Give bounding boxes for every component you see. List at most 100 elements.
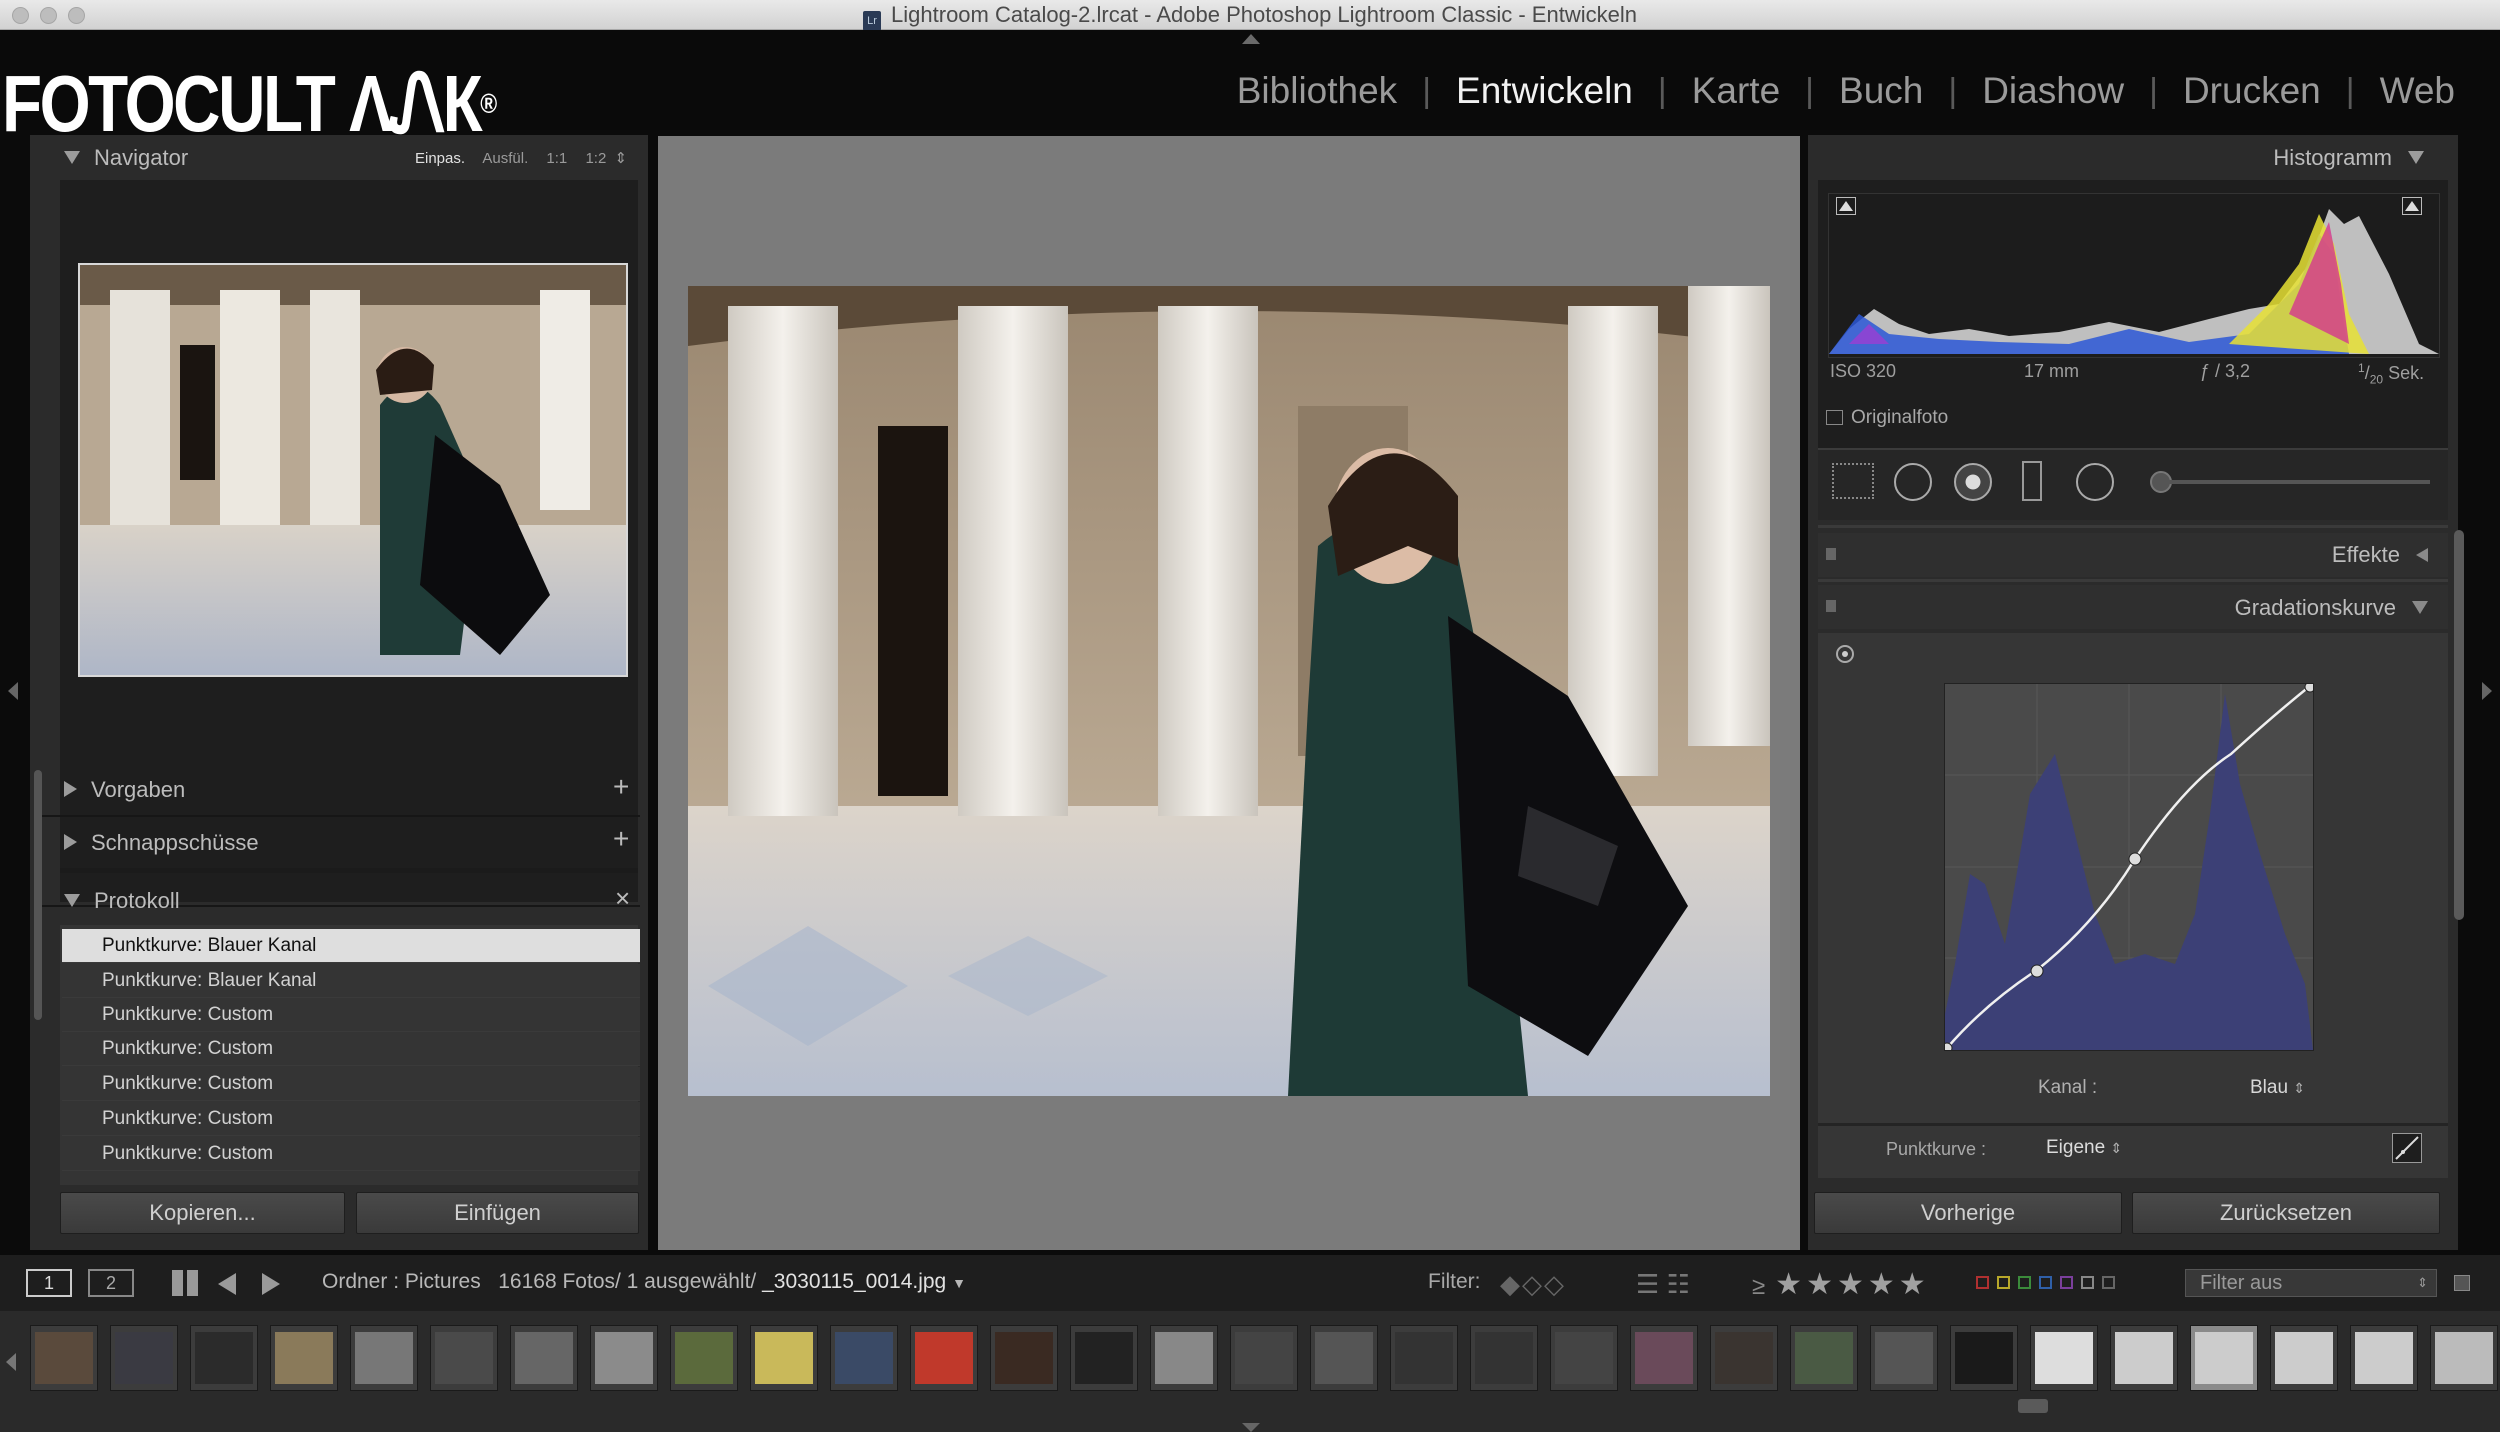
filmstrip-thumbnail[interactable] [270,1325,338,1391]
history-header[interactable]: Protokoll [64,888,180,914]
filmstrip-thumbnail[interactable] [910,1325,978,1391]
crop-tool-icon[interactable] [1832,463,1874,499]
filmstrip-thumbnail[interactable] [110,1325,178,1391]
main-photo[interactable] [688,286,1770,1096]
left-panel-toggle-icon[interactable] [8,682,18,700]
main-window-button[interactable]: 1 [26,1269,72,1297]
tone-curve-toggle[interactable] [1826,600,1836,612]
zoom-1-2[interactable]: 1:2 [585,150,606,167]
rating-filter[interactable]: ≥ ★ ★ ★ ★ ★ [1752,1267,1930,1302]
filmstrip-thumbnail[interactable] [1550,1325,1618,1391]
filmstrip-thumbnail[interactable] [1470,1325,1538,1391]
copy-button[interactable]: Kopieren... [60,1192,345,1234]
filmstrip-thumbnail[interactable] [1390,1325,1458,1391]
flag-filter-icons[interactable]: ◆◇◇ [1500,1269,1566,1300]
history-item[interactable]: Punktkurve: Custom [62,1067,640,1101]
module-buch[interactable]: Buch [1814,70,1948,112]
presets-header[interactable]: Vorgaben [64,777,185,803]
filmstrip-thumbnail[interactable] [2270,1325,2338,1391]
color-label-filter[interactable] [1976,1274,2123,1292]
filmstrip-thumbnail[interactable] [2190,1325,2258,1391]
filmstrip-thumbnail[interactable] [830,1325,898,1391]
spot-removal-icon[interactable] [1894,463,1932,501]
filmstrip-lock-icon[interactable] [2454,1275,2470,1291]
filmstrip-thumbnail[interactable] [750,1325,818,1391]
navigator-preview[interactable] [78,263,628,677]
module-entwickeln[interactable]: Entwickeln [1431,70,1658,112]
red-eye-icon[interactable] [1954,463,1992,501]
collapse-top-panel-icon[interactable] [1242,34,1260,44]
filmstrip-thumbnail[interactable] [1870,1325,1938,1391]
filmstrip-thumbnail[interactable] [350,1325,418,1391]
history-item[interactable]: Punktkurve: Blauer Kanal [62,929,640,963]
history-item[interactable]: Punktkurve: Custom [62,1137,640,1171]
tool-slider[interactable] [2168,480,2430,484]
targeted-adjustment-icon[interactable] [1836,645,1854,663]
filmstrip-thumbnail[interactable] [1950,1325,2018,1391]
point-curve-edit-icon[interactable] [2392,1133,2422,1163]
grid-view-icon[interactable] [172,1270,198,1296]
highlight-clipping-icon[interactable] [2402,197,2422,215]
zoom-fit[interactable]: Einpas. [415,150,465,167]
add-snapshot-icon[interactable]: + [613,823,629,855]
reset-button[interactable]: Zurücksetzen [2132,1192,2440,1234]
edit-filter-icons[interactable]: ☰ ☷ [1636,1269,1690,1300]
next-photo-icon[interactable] [262,1273,280,1295]
clear-history-icon[interactable]: × [615,883,630,914]
channel-select[interactable]: Blau ⇕ [2250,1077,2305,1099]
filmstrip-thumbnail[interactable] [1630,1325,1698,1391]
filmstrip-scroll-left-icon[interactable] [6,1353,16,1371]
history-item[interactable]: Punktkurve: Blauer Kanal [62,964,640,998]
tone-curve-header[interactable]: Gradationskurve [2235,595,2428,621]
collapse-filmstrip-icon[interactable] [1242,1423,1260,1432]
filmstrip-thumbnail[interactable] [1710,1325,1778,1391]
navigator-header[interactable]: Navigator [64,145,188,171]
previous-photo-icon[interactable] [218,1273,236,1295]
filmstrip-thumbnail[interactable] [1310,1325,1378,1391]
filmstrip-thumbnail[interactable] [30,1325,98,1391]
zoom-updown-icon[interactable]: ⇕ [614,150,627,167]
right-panel-scrollbar[interactable] [2454,530,2464,920]
filmstrip-thumbnail[interactable] [1150,1325,1218,1391]
module-karte[interactable]: Karte [1667,70,1805,112]
histogram-header[interactable]: Histogramm [2273,145,2424,171]
filmstrip-thumbnail[interactable] [990,1325,1058,1391]
shadow-clipping-icon[interactable] [1836,197,1856,215]
module-bibliothek[interactable]: Bibliothek [1212,70,1422,112]
paste-button[interactable]: Einfügen [356,1192,639,1234]
history-item[interactable]: Punktkurve: Custom [62,998,640,1032]
point-curve-select[interactable]: Eigene ⇕ [2046,1137,2122,1159]
module-drucken[interactable]: Drucken [2158,70,2346,112]
previous-button[interactable]: Vorherige [1814,1192,2122,1234]
source-breadcrumb[interactable]: Ordner : Pictures 16168 Fotos/ 1 ausgewä… [322,1270,966,1294]
filmstrip-thumbnail[interactable] [2430,1325,2498,1391]
filmstrip-scrollbar[interactable] [2018,1399,2048,1413]
filmstrip-thumbnail[interactable] [670,1325,738,1391]
histogram[interactable] [1828,193,2440,358]
history-item[interactable]: Punktkurve: Custom [62,1032,640,1066]
filmstrip-thumbnail[interactable] [1070,1325,1138,1391]
filter-preset-select[interactable]: Filter aus ⇕ [2185,1269,2437,1297]
right-panel-toggle-icon[interactable] [2482,682,2492,700]
filmstrip-thumbnail[interactable] [190,1325,258,1391]
filmstrip-thumbnail[interactable] [430,1325,498,1391]
filmstrip-thumbnail[interactable] [1790,1325,1858,1391]
tone-curve-graph[interactable] [1941,681,2316,1054]
snapshots-header[interactable]: Schnappschüsse [64,830,259,856]
effects-toggle[interactable] [1826,548,1836,560]
filmstrip-thumbnail[interactable] [2350,1325,2418,1391]
zoom-fill[interactable]: Ausfül. [482,150,528,167]
original-photo-checkbox[interactable]: Originalfoto [1826,407,1948,429]
module-diashow[interactable]: Diashow [1957,70,2149,112]
module-web[interactable]: Web [2355,70,2480,112]
filmstrip-thumbnail[interactable] [2110,1325,2178,1391]
zoom-1-1[interactable]: 1:1 [546,150,567,167]
filmstrip-thumbnail[interactable] [510,1325,578,1391]
left-panel-scrollbar[interactable] [34,770,42,1020]
filmstrip-thumbnail[interactable] [2030,1325,2098,1391]
filmstrip-thumbnail[interactable] [590,1325,658,1391]
add-preset-icon[interactable]: + [613,771,629,803]
effects-header[interactable]: Effekte [2332,542,2428,568]
second-window-button[interactable]: 2 [88,1269,134,1297]
radial-filter-icon[interactable] [2076,463,2114,501]
